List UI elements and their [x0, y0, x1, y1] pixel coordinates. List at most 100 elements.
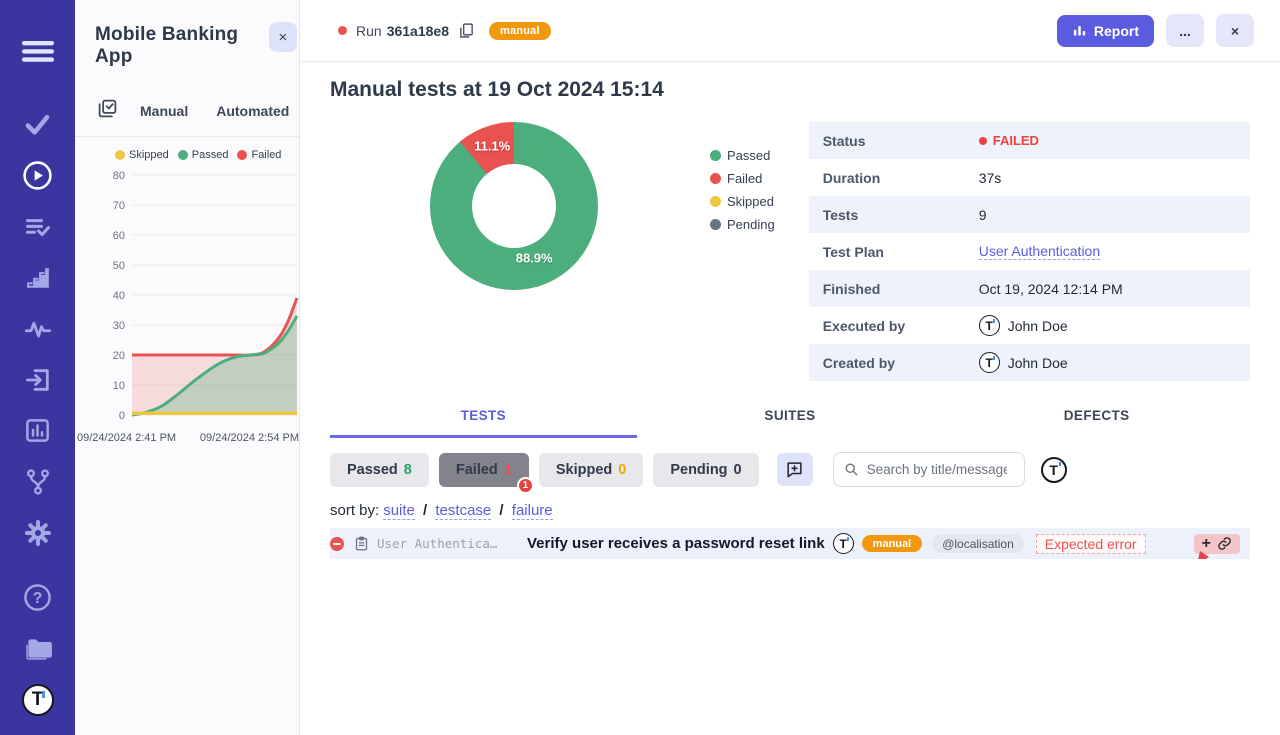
user-avatar: T [979, 315, 1000, 336]
trend-chart-legend: Skipped Passed Failed [75, 149, 299, 161]
add-icon[interactable]: + [1202, 536, 1211, 552]
gear-icon[interactable] [0, 507, 75, 558]
donut-legend-item: Passed [710, 148, 775, 163]
logo-t[interactable]: T [0, 674, 75, 725]
run-list [75, 444, 299, 735]
list-check-icon[interactable] [0, 201, 75, 252]
status-filter-buttons: Passed8 Failed11 Skipped0 Pending0 [330, 453, 769, 487]
svg-text:50: 50 [113, 260, 125, 272]
legend-item: Skipped [115, 149, 169, 161]
page-title: Manual tests at 19 Oct 2024 15:14 [330, 78, 1250, 102]
sidebar-icon-group [0, 99, 75, 558]
topbar-actions: Report ... × [1057, 14, 1254, 47]
legend-item: Passed [178, 149, 229, 161]
tab-defects[interactable]: DEFECTS [943, 397, 1250, 438]
sort-by-testcase[interactable]: testcase [435, 502, 491, 520]
folder-icon[interactable] [0, 623, 75, 674]
test-tag[interactable]: @localisation [932, 534, 1024, 553]
trend-area-chart: 80706050403020100 [75, 165, 300, 431]
help-icon[interactable]: ? [0, 572, 75, 623]
detail-row: FinishedOct 19, 2024 12:14 PM [809, 270, 1250, 307]
stairs-icon[interactable] [0, 252, 75, 303]
filter-row: Passed8 Failed11 Skipped0 Pending0 T [330, 452, 1250, 487]
select-all-icon[interactable] [97, 98, 118, 124]
run-type-tabs: Manual Automated [75, 68, 299, 137]
link-icon[interactable] [1217, 536, 1232, 551]
run-label: Run [356, 23, 382, 39]
run-details-table: StatusFAILEDDuration37sTests9Test PlanUs… [809, 122, 1250, 381]
donut-hole [472, 164, 556, 248]
svg-text:10: 10 [113, 380, 125, 392]
close-run-button[interactable]: × [1216, 14, 1254, 47]
project-header: Mobile Banking App × [75, 0, 299, 68]
sort-row: sort by:suite / testcase / failure [330, 502, 1250, 519]
donut-label-failed: 11.1% [474, 138, 510, 153]
test-suite-name[interactable]: User Authentica… [377, 536, 515, 551]
test-plan-link[interactable]: User Authentication [979, 243, 1100, 260]
play-circle-icon[interactable] [0, 150, 75, 201]
tab-automated[interactable]: Automated [216, 103, 289, 119]
run-status-dot [338, 26, 347, 35]
detail-row: Tests9 [809, 196, 1250, 233]
copy-run-id-button[interactable] [458, 21, 475, 40]
user-avatar: T [979, 352, 1000, 373]
run-topbar: Run 361a18e8 manual Report ... × [300, 0, 1280, 62]
user-avatar[interactable]: T [1041, 457, 1067, 483]
donut-label-passed: 88.9% [516, 251, 553, 266]
report-button[interactable]: Report [1057, 15, 1154, 47]
status-badge: FAILED [979, 133, 1039, 148]
svg-text:80: 80 [113, 170, 125, 182]
comment-plus-icon [785, 460, 804, 479]
search-icon [844, 462, 859, 477]
svg-text:0: 0 [119, 410, 125, 422]
run-detail-panel: Run 361a18e8 manual Report ... × Ma [300, 0, 1280, 735]
sort-label: sort by: [330, 502, 379, 519]
result-tabs: TESTSSUITESDEFECTS [330, 397, 1250, 438]
test-row-actions[interactable]: + [1194, 534, 1240, 554]
sort-by-suite[interactable]: suite [383, 502, 415, 520]
sign-in-icon[interactable] [0, 354, 75, 405]
detail-row: Test PlanUser Authentication [809, 233, 1250, 270]
svg-text:?: ? [33, 590, 43, 607]
sort-by-failure[interactable]: failure [512, 502, 553, 520]
filter-pending-button[interactable]: Pending0 [653, 453, 758, 487]
add-comment-button[interactable] [777, 453, 813, 486]
donut-legend-item: Skipped [710, 194, 775, 209]
result-donut-chart: 11.1% 88.9% [430, 122, 598, 290]
run-overview: 11.1% 88.9% PassedFailedSkippedPending S… [330, 122, 1250, 381]
run-content: Manual tests at 19 Oct 2024 15:14 11.1% … [300, 62, 1280, 559]
filter-badge: 1 [517, 477, 534, 494]
project-title: Mobile Banking App [95, 24, 269, 68]
app-root: ? T Mobile Banking App × Manual Automated… [0, 0, 1280, 735]
bar-chart-icon [1072, 23, 1087, 38]
filter-failed-button[interactable]: Failed11 [439, 453, 529, 487]
clipboard-icon [354, 535, 369, 552]
svg-text:40: 40 [113, 290, 125, 302]
branch-icon[interactable] [0, 456, 75, 507]
pulse-icon[interactable] [0, 303, 75, 354]
expected-error-tag[interactable]: Expected error [1036, 534, 1146, 554]
svg-text:70: 70 [113, 200, 125, 212]
more-actions-button[interactable]: ... [1166, 14, 1204, 47]
trend-x-axis-labels: 09/24/2024 2:41 PM 09/24/2024 2:54 PM [75, 432, 299, 444]
close-panel-button[interactable]: × [269, 22, 297, 52]
legend-item: Failed [237, 149, 281, 161]
test-title[interactable]: Verify user receives a password reset li… [527, 535, 825, 552]
donut-legend: PassedFailedSkippedPending [710, 122, 775, 240]
failed-test-row[interactable]: User Authentica… Verify user receives a … [330, 528, 1250, 559]
bar-chart-icon[interactable] [0, 405, 75, 456]
svg-text:60: 60 [113, 230, 125, 242]
app-logo[interactable]: T [22, 684, 54, 716]
tab-suites[interactable]: SUITES [637, 397, 944, 438]
menu-icon[interactable] [0, 26, 75, 77]
x-axis-label-start: 09/24/2024 2:41 PM [77, 432, 176, 444]
filter-skipped-button[interactable]: Skipped0 [539, 453, 643, 487]
search-input[interactable] [867, 462, 1007, 477]
detail-row: Executed byTJohn Doe [809, 307, 1250, 344]
tab-manual[interactable]: Manual [140, 103, 188, 119]
svg-text:20: 20 [113, 350, 125, 362]
failed-status-icon [330, 537, 344, 551]
check-icon[interactable] [0, 99, 75, 150]
tab-tests[interactable]: TESTS [330, 397, 637, 438]
filter-passed-button[interactable]: Passed8 [330, 453, 429, 487]
